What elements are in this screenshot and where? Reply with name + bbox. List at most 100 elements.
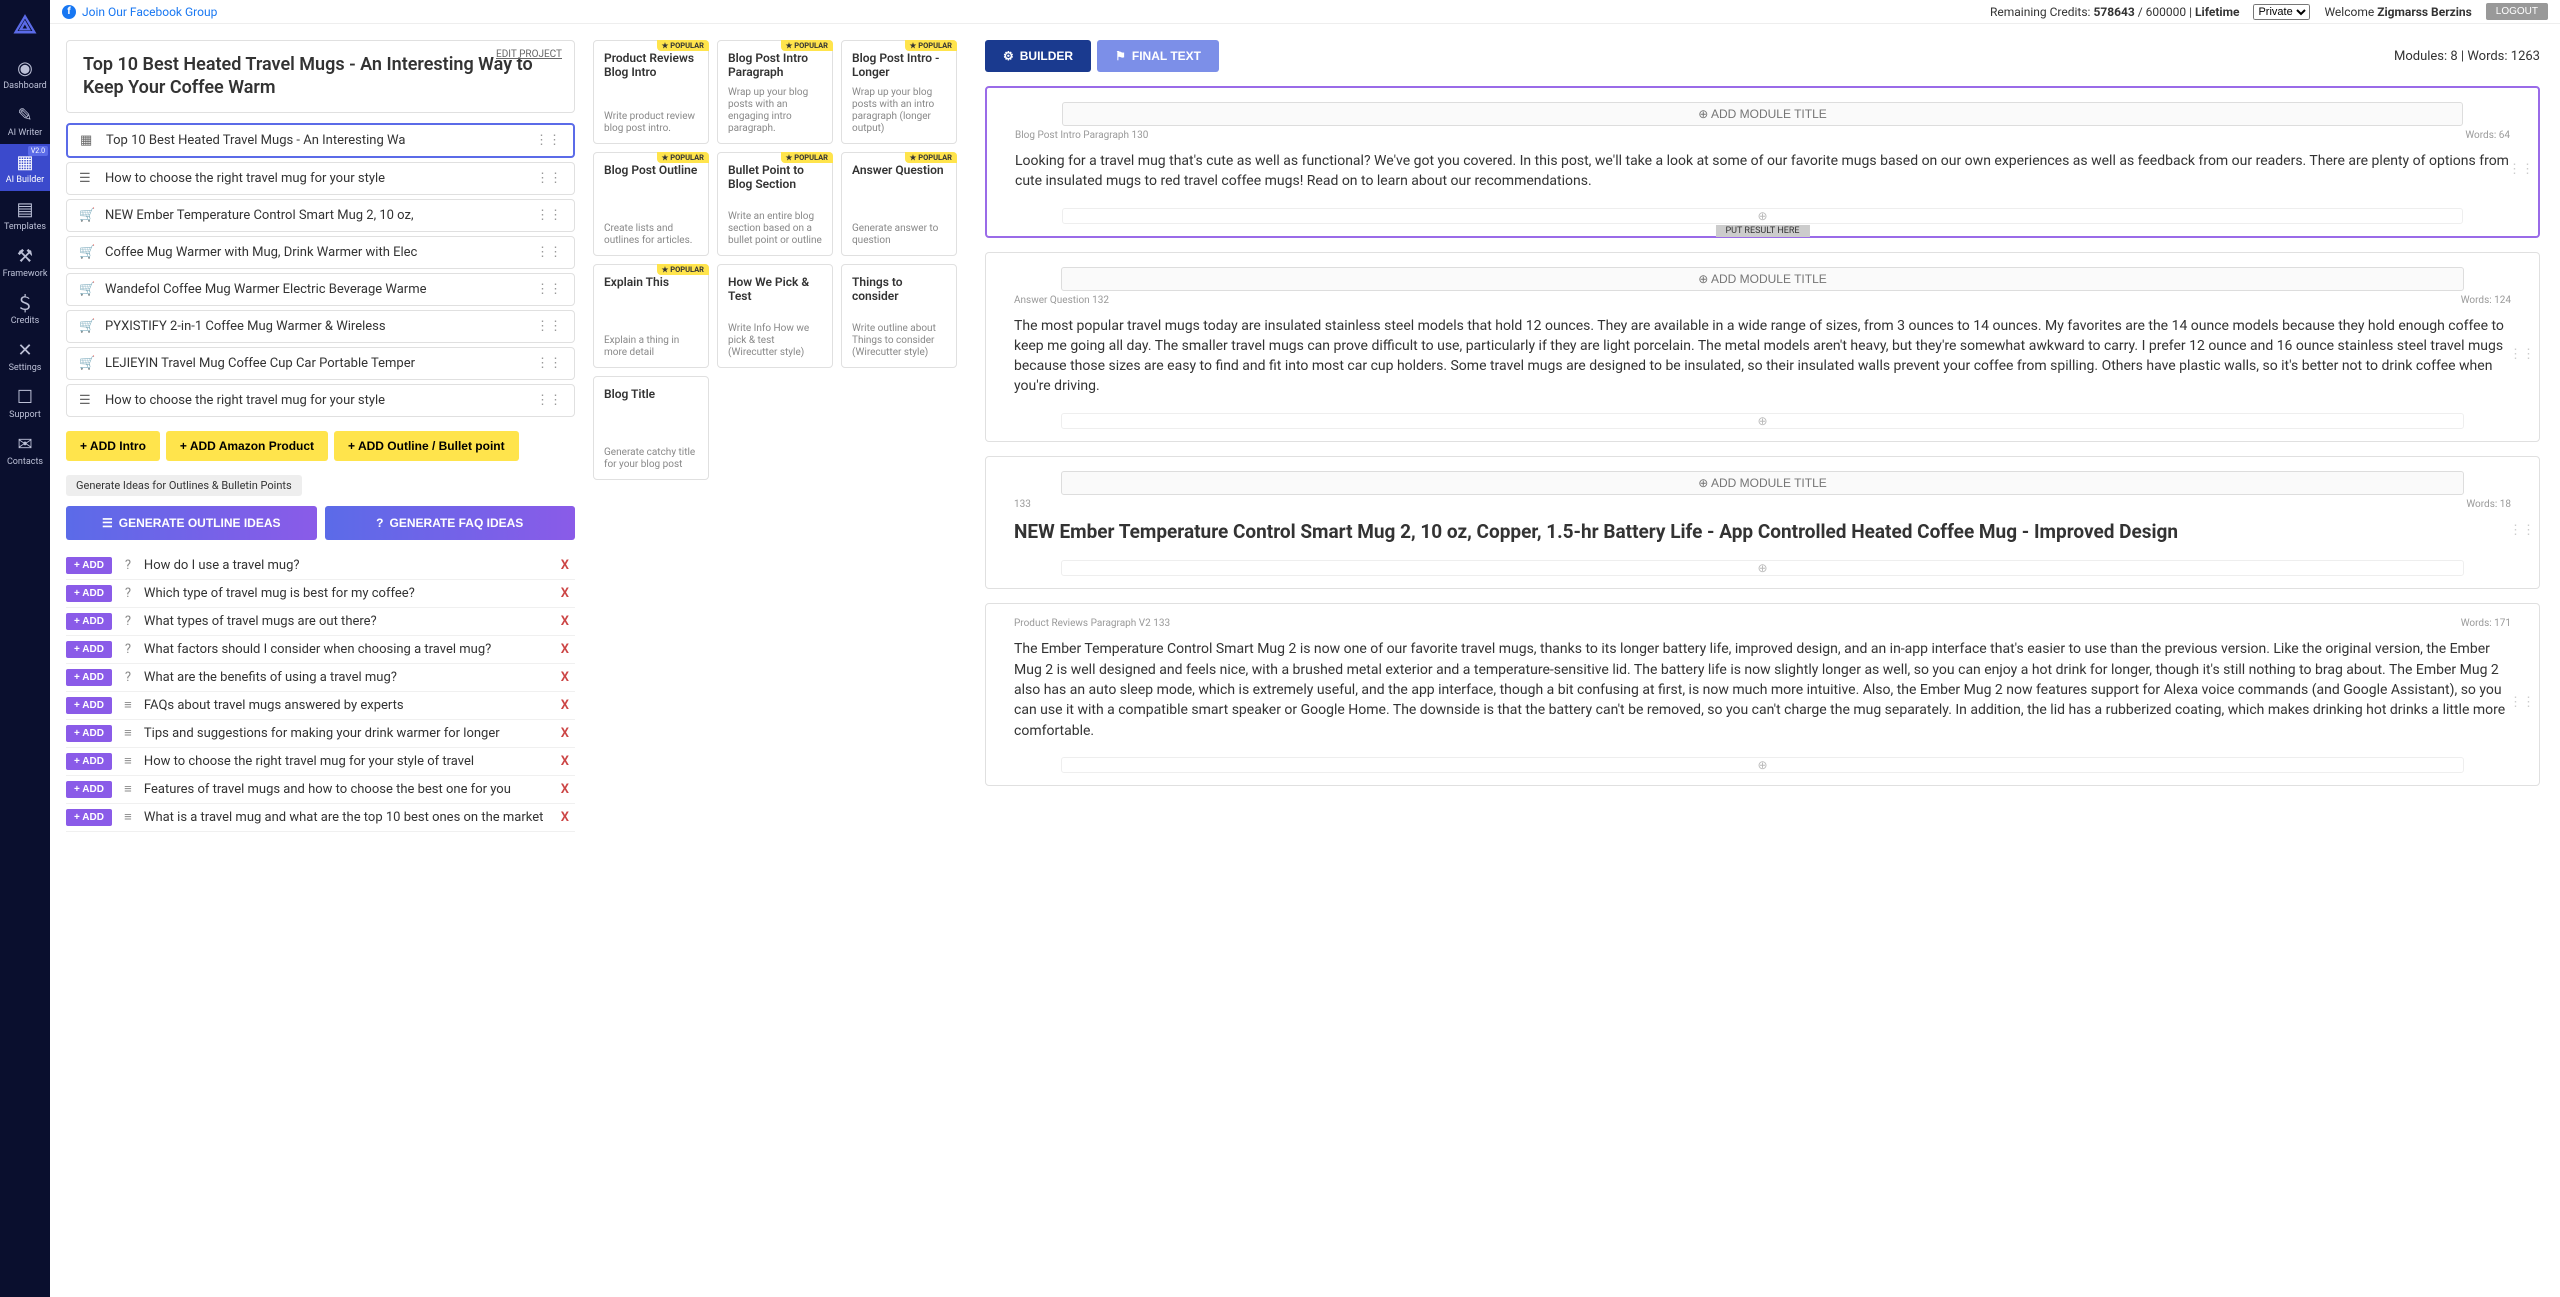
module-card[interactable]: 133Words: 18NEW Ember Temperature Contro… [985,456,2540,590]
add-idea-button[interactable]: ADD [66,753,112,770]
module-title-input[interactable] [1061,267,2464,291]
module-title-input[interactable] [1061,471,2464,495]
outline-item[interactable]: ☰How to choose the right travel mug for … [66,384,575,417]
outline-item[interactable]: 🛒Coffee Mug Warmer with Mug, Drink Warme… [66,236,575,269]
drag-handle-icon[interactable]: ⋮⋮ [536,356,562,371]
question-icon: ? [376,516,383,530]
idea-text: What factors should I consider when choo… [144,642,545,657]
popular-badge: POPULAR [905,152,957,163]
nav-support[interactable]: ☐Support [0,379,50,426]
builder-mode-button[interactable]: ⚙BUILDER [985,40,1091,72]
template-card[interactable]: Things to considerWrite outline about Th… [841,264,957,368]
drag-handle-icon[interactable]: ⋮⋮ [536,245,562,260]
module-title-input[interactable] [1062,102,2463,126]
idea-text: How do I use a travel mug? [144,558,545,573]
logo[interactable]: ⟁ [0,0,50,50]
template-name: Blog Title [604,387,698,401]
add-outline-button[interactable]: ADD Outline / Bullet point [334,431,519,461]
popular-badge: POPULAR [781,40,833,51]
drag-handle-icon[interactable]: ⋮⋮ [536,393,562,408]
delete-idea-button[interactable]: X [555,782,575,797]
drag-handle-icon[interactable]: ⋮⋮ [536,319,562,334]
outline-item[interactable]: 🛒LEJIEYIN Travel Mug Coffee Cup Car Port… [66,347,575,380]
module-wordcount: Words: 64 [2465,130,2510,141]
delete-idea-button[interactable]: X [555,698,575,713]
drag-handle-icon[interactable]: ⋮⋮ [536,171,562,186]
outline-item[interactable]: ☰How to choose the right travel mug for … [66,162,575,195]
template-desc: Generate catchy title for your blog post [604,447,698,471]
nav-ai-builder[interactable]: V2.0▦AI Builder [0,144,50,191]
delete-idea-button[interactable]: X [555,558,575,573]
logout-button[interactable]: LOGOUT [2486,3,2548,20]
visibility-select[interactable]: Private [2253,4,2310,20]
module-card[interactable]: Blog Post Intro Paragraph 130Words: 64Lo… [985,86,2540,238]
nav-contacts[interactable]: ✉Contacts [0,426,50,473]
module-card[interactable]: Answer Question 132Words: 124The most po… [985,252,2540,442]
nav-framework[interactable]: ⚒Framework [0,238,50,285]
template-name: Bullet Point to Blog Section [728,163,822,192]
idea-marker: ? [122,614,134,629]
nav-settings[interactable]: ✕Settings [0,332,50,379]
idea-row: ADD≡What is a travel mug and what are th… [66,804,575,832]
template-card[interactable]: POPULARBlog Post OutlineCreate lists and… [593,152,709,256]
project-title: Top 10 Best Heated Travel Mugs - An Inte… [83,53,558,100]
drag-handle-icon[interactable]: ⋮⋮ [535,133,561,148]
delete-idea-button[interactable]: X [555,642,575,657]
add-idea-button[interactable]: ADD [66,697,112,714]
drag-handle-icon[interactable]: ⋮⋮ [2509,523,2535,538]
module-append-slot[interactable]: ⊕ [1061,757,2464,773]
add-idea-button[interactable]: ADD [66,809,112,826]
generate-outline-button[interactable]: ☰GENERATE OUTLINE IDEAS [66,506,317,540]
add-idea-button[interactable]: ADD [66,725,112,742]
template-card[interactable]: Blog Title Generate catchy title for your… [593,376,709,480]
drag-handle-icon[interactable]: ⋮⋮ [2508,162,2534,177]
outline-item[interactable]: 🛒Wandefol Coffee Mug Warmer Electric Bev… [66,273,575,306]
add-intro-button[interactable]: ADD Intro [66,431,160,461]
template-card[interactable]: POPULARProduct Reviews Blog IntroWrite p… [593,40,709,144]
outline-text: How to choose the right travel mug for y… [105,393,526,408]
add-idea-button[interactable]: ADD [66,641,112,658]
facebook-link[interactable]: fJoin Our Facebook Group [62,5,217,19]
edit-project-link[interactable]: EDIT PROJECT [496,49,562,60]
add-idea-button[interactable]: ADD [66,669,112,686]
module-wordcount: Words: 171 [2461,618,2511,629]
add-amazon-button[interactable]: ADD Amazon Product [166,431,328,461]
delete-idea-button[interactable]: X [555,586,575,601]
outline-text: Top 10 Best Heated Travel Mugs - An Inte… [106,133,525,148]
generate-faq-button[interactable]: ?GENERATE FAQ IDEAS [325,506,576,540]
outline-item[interactable]: 🛒PYXISTIFY 2-in-1 Coffee Mug Warmer & Wi… [66,310,575,343]
drag-handle-icon[interactable]: ⋮⋮ [536,282,562,297]
add-idea-button[interactable]: ADD [66,781,112,798]
nav-templates[interactable]: ▤Templates [0,191,50,238]
nav-dashboard[interactable]: ◉Dashboard [0,50,50,97]
cart-icon: 🛒 [79,356,95,371]
module-append-slot[interactable]: ⊕ [1061,560,2464,576]
delete-idea-button[interactable]: X [555,614,575,629]
template-card[interactable]: How We Pick & TestWrite Info How we pick… [717,264,833,368]
template-desc: Write product review blog post intro. [604,111,698,135]
drag-handle-icon[interactable]: ⋮⋮ [2509,347,2535,362]
outline-item[interactable]: 🛒NEW Ember Temperature Control Smart Mug… [66,199,575,232]
final-text-button[interactable]: ⚑FINAL TEXT [1097,40,1219,72]
template-desc: Wrap up your blog posts with an engaging… [728,87,822,135]
template-card[interactable]: POPULARAnswer QuestionGenerate answer to… [841,152,957,256]
template-card[interactable]: POPULARExplain ThisExplain a thing in mo… [593,264,709,368]
module-card[interactable]: Product Reviews Paragraph V2 133Words: 1… [985,603,2540,785]
nav-ai-writer[interactable]: ✎AI Writer [0,97,50,144]
delete-idea-button[interactable]: X [555,726,575,741]
add-idea-button[interactable]: ADD [66,557,112,574]
drag-handle-icon[interactable]: ⋮⋮ [536,208,562,223]
delete-idea-button[interactable]: X [555,754,575,769]
outline-item[interactable]: ▦Top 10 Best Heated Travel Mugs - An Int… [66,123,575,158]
add-idea-button[interactable]: ADD [66,585,112,602]
delete-idea-button[interactable]: X [555,810,575,825]
drag-handle-icon[interactable]: ⋮⋮ [2509,695,2535,710]
add-idea-button[interactable]: ADD [66,613,112,630]
delete-idea-button[interactable]: X [555,670,575,685]
template-card[interactable]: POPULARBlog Post Intro ParagraphWrap up … [717,40,833,144]
module-append-slot[interactable]: ⊕ [1062,208,2463,224]
template-card[interactable]: POPULARBullet Point to Blog SectionWrite… [717,152,833,256]
nav-credits[interactable]: ＄Credits [0,285,50,332]
template-card[interactable]: POPULARBlog Post Intro - LongerWrap up y… [841,40,957,144]
module-append-slot[interactable]: ⊕ [1061,413,2464,429]
